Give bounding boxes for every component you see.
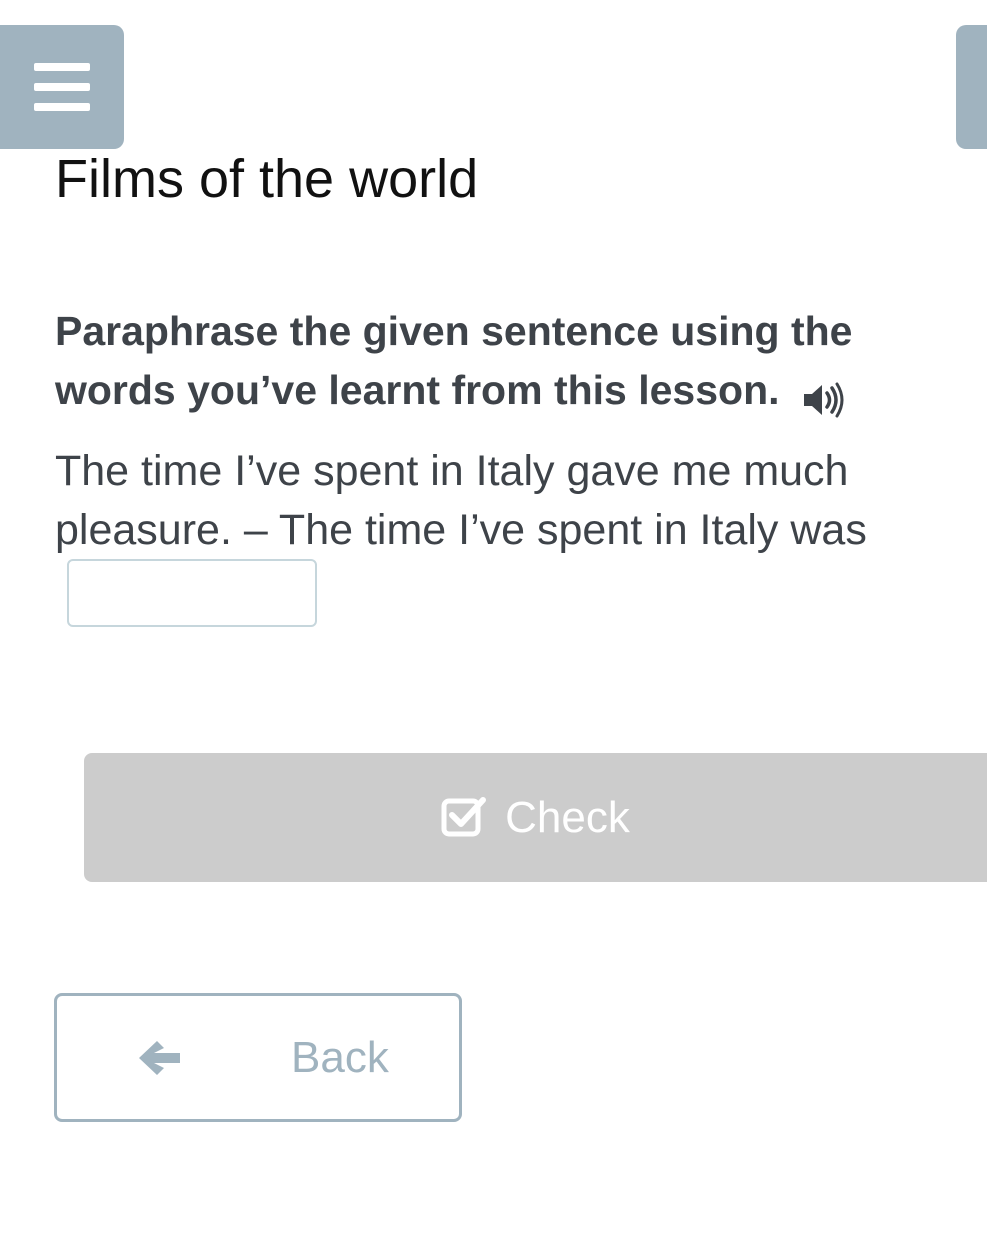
check-button-label: Check bbox=[505, 792, 630, 842]
exercise-sentence: The time I’ve spent in Italy gave me muc… bbox=[55, 447, 867, 554]
menu-button[interactable] bbox=[0, 25, 124, 149]
task-instruction: Paraphrase the given sentence using the … bbox=[55, 302, 935, 420]
page: Films of the world Paraphrase the given … bbox=[0, 0, 987, 1244]
hamburger-bar bbox=[34, 83, 90, 91]
check-button[interactable]: Check bbox=[84, 753, 987, 882]
side-panel-tab[interactable] bbox=[956, 25, 987, 149]
instruction-text: Paraphrase the given sentence using the … bbox=[55, 308, 853, 413]
back-button-label: Back bbox=[291, 1033, 389, 1082]
arrow-left-icon bbox=[139, 1041, 180, 1075]
checkbox-check-icon bbox=[441, 796, 487, 836]
hamburger-menu-icon bbox=[34, 63, 90, 71]
hamburger-bar bbox=[34, 103, 90, 111]
page-title: Films of the world bbox=[55, 149, 479, 209]
speaker-icon[interactable] bbox=[802, 375, 846, 418]
back-button[interactable]: Back bbox=[54, 993, 462, 1122]
answer-input[interactable] bbox=[67, 559, 317, 627]
